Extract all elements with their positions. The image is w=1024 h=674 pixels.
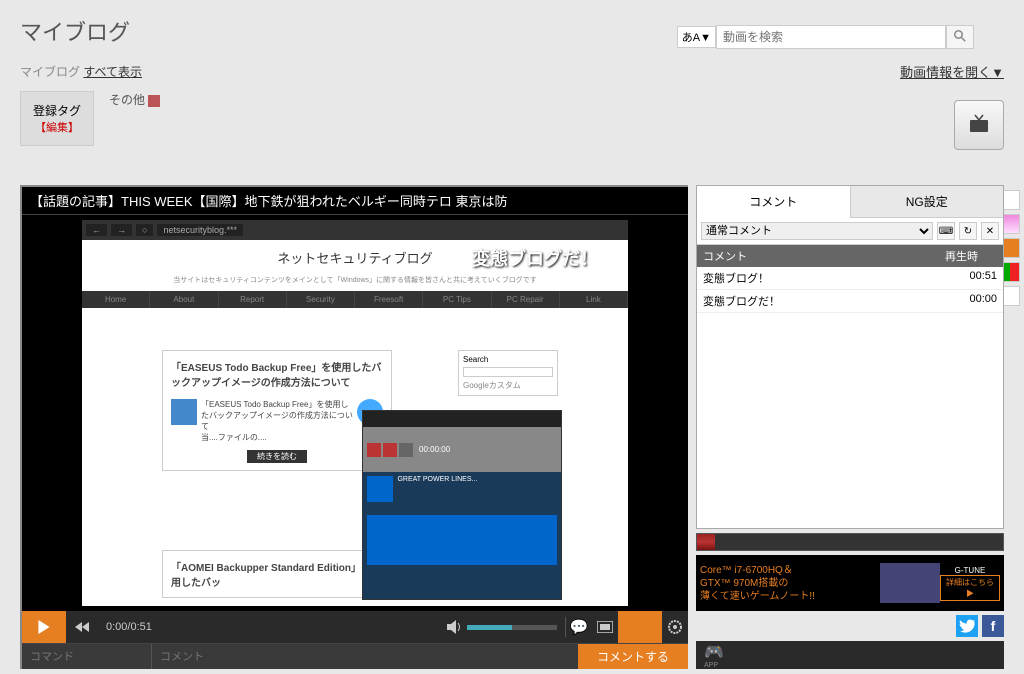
app-button[interactable]: 🎮 APP [704,642,724,669]
tv-mode-button[interactable] [954,100,1004,150]
video-player: 【話題の記事】THIS WEEK【国際】地下鉄が狙われたベルギー同時テロ 東京は… [20,185,688,669]
player-controls: 0:00/0:51 💬 [22,611,688,643]
gear-icon [667,619,683,635]
ad-logo: G-TUNE 詳細はこちら ▶ [940,566,1000,601]
command-input[interactable] [22,644,152,669]
breadcrumb: マイブログ すべて表示 [20,63,142,80]
comment-time: 00:00 [939,290,1003,312]
comment-seek-bar[interactable] [696,533,1004,551]
comment-toggle-button[interactable]: 💬 [566,618,592,636]
volume-slider[interactable] [467,625,557,630]
search-icon [954,30,966,42]
ad-cta[interactable]: 詳細はこちら ▶ [940,575,1000,601]
comment-input[interactable] [152,644,578,669]
search-container: あA▼ [677,25,974,49]
video-content: ←→○netsecurityblog.*** ネットセキュリティブログ 当サイト… [82,220,628,606]
video-area[interactable]: ←→○netsecurityblog.*** ネットセキュリティブログ 当サイト… [22,215,688,611]
volume-icon [447,620,463,634]
rewind-icon [74,621,90,633]
tag-edit-link[interactable]: 【編集】 [33,119,81,135]
ad-image [880,563,940,603]
facebook-button[interactable]: f [982,615,1004,637]
app-label: APP [704,662,724,669]
article-card: 「EASEUS Todo Backup Free」を使用したバックアップイメージ… [162,350,392,471]
bottom-bar: 🎮 APP [696,641,1004,669]
refresh-button[interactable]: ↻ [959,222,977,240]
breadcrumb-root: マイブログ [20,65,80,79]
time-display: 0:00/0:51 [98,621,160,633]
twitter-button[interactable] [956,615,978,637]
comment-filter-select[interactable]: 通常コメント [701,222,933,240]
ad-line: GTX™ 970M搭載の [700,577,880,590]
ime-toggle[interactable]: あA▼ [677,26,716,48]
search-input[interactable] [716,25,946,49]
rewind-button[interactable] [66,621,98,633]
ad-banner[interactable]: Core™ i7-6700HQ＆ GTX™ 970M搭載の 薄くて速いゲームノー… [696,555,1004,611]
play-icon [37,620,51,634]
comment-row[interactable]: 変態ブログだ！ 00:00 [697,290,1003,313]
app-icon: 🎮 [704,642,724,662]
tab-comment[interactable]: コメント [697,186,851,218]
video-info-link[interactable]: 動画情報を開く▼ [900,62,1004,81]
comment-panel: コメント NG設定 通常コメント ⌨ ↻ ✕ コメント 再生時 変態ブログ！ 0… [696,185,1004,529]
ad-line: 薄くて速いゲームノート!! [700,590,880,603]
tag-other[interactable]: その他 [109,91,160,108]
col-header-comment[interactable]: コメント [697,245,939,267]
col-header-time[interactable]: 再生時 [939,245,1003,267]
comment-row[interactable]: 変態ブログ！ 00:51 [697,267,1003,290]
comment-submit-button[interactable]: コメントする [578,644,688,669]
news-ticker[interactable]: 【話題の記事】THIS WEEK【国際】地下鉄が狙われたベルギー同時テロ 東京は… [22,187,688,215]
fullscreen-icon [597,621,613,633]
comment-text: 変態ブログ！ [697,267,939,289]
tag-label: 登録タグ [33,102,81,119]
tag-box: 登録タグ 【編集】 [20,91,94,146]
tab-ng[interactable]: NG設定 [851,186,1004,218]
article-card: 「AOMEI Backupper Standard Edition」を使用したバ… [162,550,392,598]
keyboard-button[interactable]: ⌨ [937,222,955,240]
tag-other-label: その他 [109,93,145,107]
tv-icon [967,113,991,137]
tag-other-icon [148,95,160,107]
ad-line: Core™ i7-6700HQ＆ [700,564,880,577]
blog-subtitle: 当サイトはセキュリティコンテンツをメインとして「Windows」に関する情報を皆… [82,275,628,291]
fullscreen-button[interactable] [592,621,618,633]
orange-control-button[interactable] [618,611,662,643]
comment-table: コメント 再生時 変態ブログ！ 00:51 変態ブログだ！ 00:00 [697,245,1003,528]
comment-text: 変態ブログだ！ [697,290,939,312]
twitter-icon [959,619,975,633]
play-button[interactable] [22,611,66,643]
settings-button[interactable] [662,619,688,635]
volume-control[interactable] [439,620,565,634]
comment-time: 00:51 [939,267,1003,289]
show-all-link[interactable]: すべて表示 [83,65,142,79]
comment-overlay: 変態ブログだ！ [472,245,598,271]
search-button[interactable] [946,25,974,49]
close-button[interactable]: ✕ [981,222,999,240]
sidebar-search: Search Googleカスタム [458,350,558,396]
sub-window: 00:00:00 GREAT POWER LINES... [362,410,562,600]
